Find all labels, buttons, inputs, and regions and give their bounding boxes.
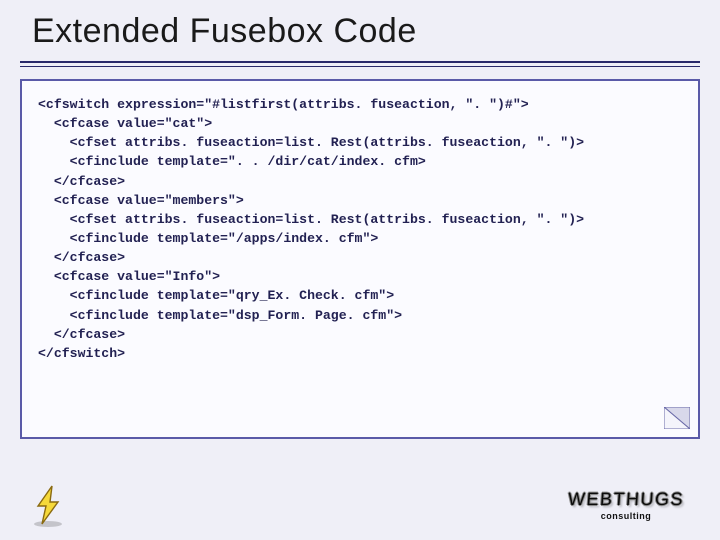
title-divider	[20, 61, 700, 69]
footer: WEBTHUGS consulting	[0, 480, 720, 532]
lightning-bolt-icon	[28, 484, 68, 528]
brand-sub: consulting	[601, 511, 652, 521]
page-fold-icon	[664, 407, 690, 429]
title-area: Extended Fusebox Code	[20, 8, 700, 61]
page-title: Extended Fusebox Code	[32, 12, 700, 51]
webthugs-logo: WEBTHUGS consulting	[556, 484, 696, 526]
code-box: <cfswitch expression="#listfirst(attribs…	[20, 79, 700, 439]
divider-thick	[20, 61, 700, 63]
slide: Extended Fusebox Code <cfswitch expressi…	[0, 0, 720, 540]
code-content: <cfswitch expression="#listfirst(attribs…	[38, 95, 682, 363]
divider-thin	[20, 66, 700, 67]
brand-word: WEBTHUGS	[567, 489, 684, 510]
